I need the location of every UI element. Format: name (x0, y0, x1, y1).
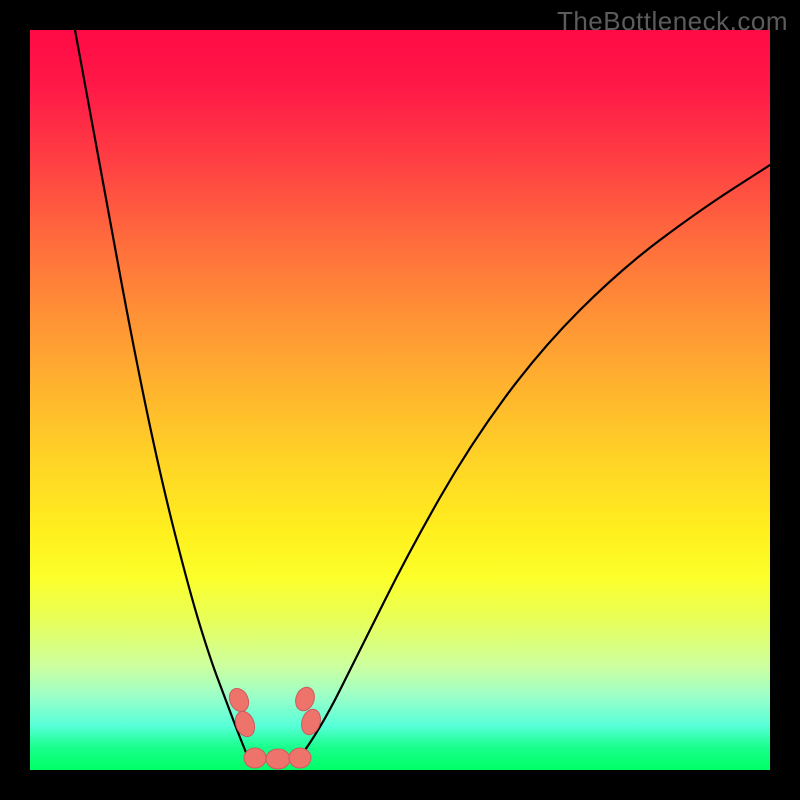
watermark-text: TheBottleneck.com (557, 6, 788, 37)
plot-area (30, 30, 770, 770)
marker-group (226, 685, 324, 769)
marker-valley-left (244, 748, 266, 768)
chart-canvas: TheBottleneck.com (0, 0, 800, 800)
marker-valley-mid (266, 749, 290, 769)
marker-left-cluster-bottom (232, 709, 258, 740)
marker-right-cluster-bottom (298, 707, 323, 737)
curve-right-branch (300, 165, 770, 757)
curve-left-branch (75, 30, 247, 755)
curve-layer (30, 30, 770, 770)
marker-valley-right (289, 748, 311, 768)
